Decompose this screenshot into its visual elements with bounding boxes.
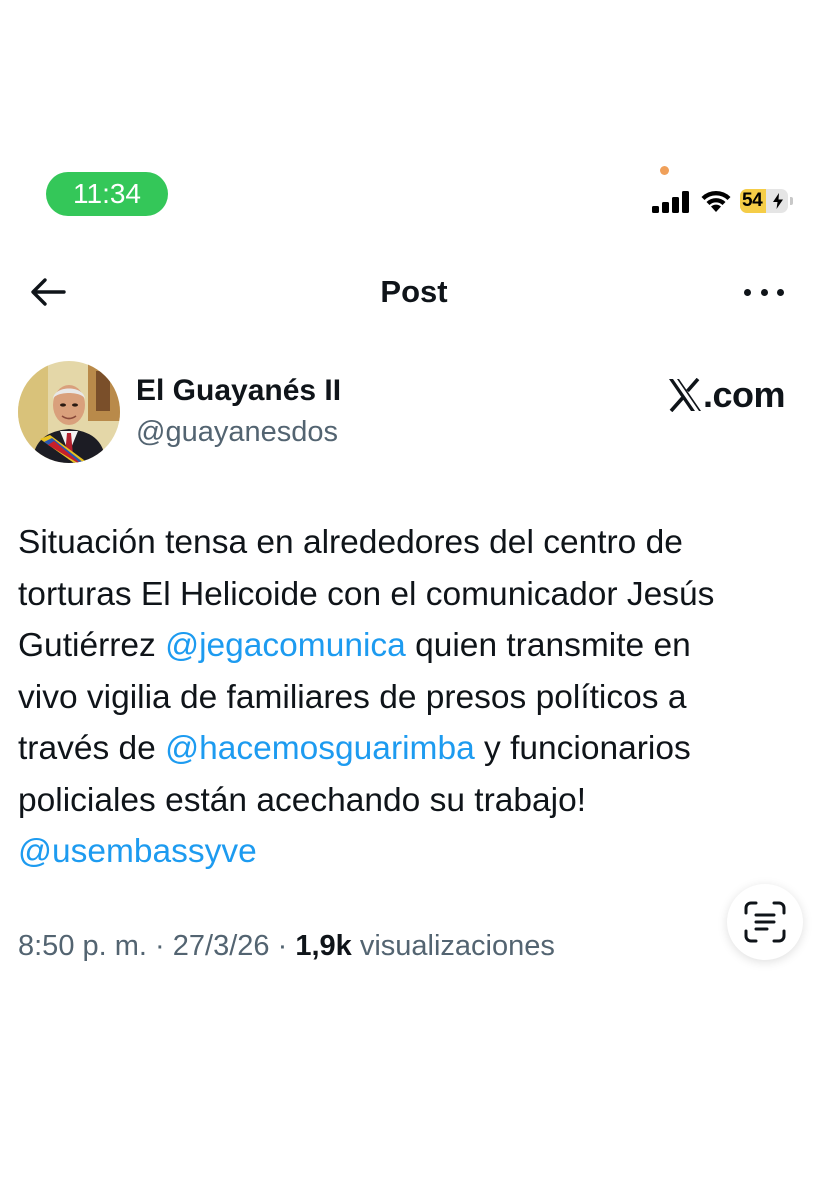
post-text-line: policiales están acechando su trabajo! [18,775,818,827]
post-text-segment: Gutiérrez [18,627,166,664]
post-time: 8:50 p. m. [18,930,147,962]
battery-cap [790,197,793,205]
mention-link[interactable]: @usembassyve [18,833,257,870]
wifi-icon [701,190,731,212]
scan-text-button[interactable] [727,884,803,960]
post-date: 27/3/26 [172,930,270,962]
more-horizontal-icon-dot [777,288,784,296]
post-text-segment: y funcionarios [474,730,691,767]
post-text-line: vivo vigilia de familiares de presos pol… [18,672,818,724]
author-handle[interactable]: @guayanesdos [136,413,338,451]
post-text-line: Gutiérrez @jegacomunica quien transmite … [18,620,818,672]
post-text-line: @usembassyve [18,826,818,878]
more-horizontal-icon-dot [760,288,768,296]
avatar-image [18,361,120,463]
privacy-indicator-dot [660,166,669,175]
charging-bolt-icon [773,193,783,209]
live-text-scan-icon [744,901,786,943]
views-count[interactable]: 1,9k [295,930,351,962]
post-text-line: Situación tensa en alrededores del centr… [18,517,818,569]
brand-text: .com [703,374,786,415]
post-text-segment: policiales están acechando su trabajo! [18,781,587,819]
x-logo-icon [669,378,701,412]
post-text-segment: quien transmite en [405,627,691,664]
post-text-line: torturas El Helicoide con el comunicador… [18,569,818,621]
cellular-signal-icon [652,191,689,213]
post-text-segment: través de [18,730,166,767]
mention-link[interactable]: @hacemosguarimba [165,730,475,767]
mention-link[interactable]: @jegacomunica [165,627,406,664]
post-meta: 8:50 p. m. · 27/3/26 · 1,9k visualizacio… [18,926,555,966]
more-horizontal-icon-dot [744,288,751,296]
post-text-segment: Situación tensa en alrededores del centr… [18,524,683,561]
status-time: 11:34 [46,172,168,216]
battery-indicator: 54 [740,189,788,213]
post-text-line: través de @hacemosguarimba y funcionario… [18,723,818,775]
more-options-button[interactable] [744,278,784,306]
meta-separator: · [277,930,288,962]
post-text-segment: vivo vigilia de familiares de presos pol… [18,678,687,716]
author-name[interactable]: El Guayanés II [136,372,341,410]
views-label[interactable]: visualizaciones [360,930,555,962]
avatar[interactable] [18,361,120,463]
post-text-segment: torturas El Helicoide con el comunicador… [18,575,715,613]
x-com-brand: .com [668,372,786,418]
meta-separator: · [155,930,165,962]
post-text: Situación tensa en alrededores del centr… [18,517,818,878]
page-title: Post [380,274,448,309]
